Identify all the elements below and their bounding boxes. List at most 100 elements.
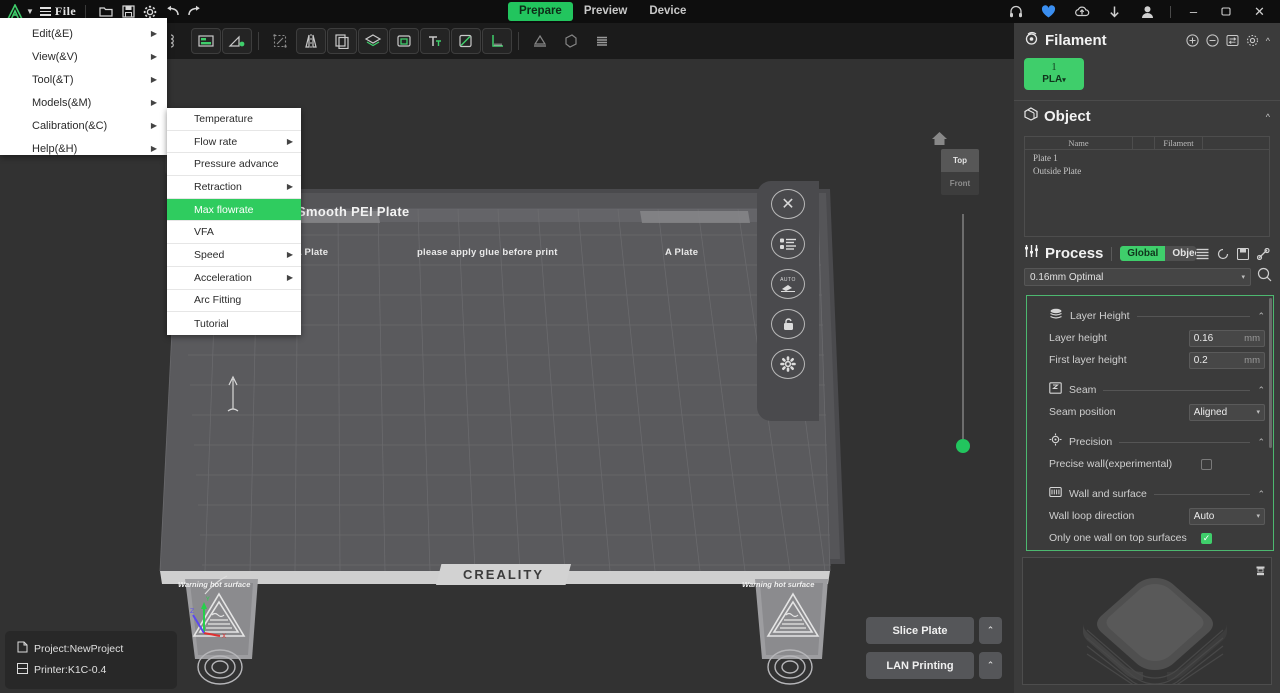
copy-icon[interactable]	[327, 28, 357, 54]
scope-tab-object[interactable]: Object	[1165, 246, 1196, 261]
chevron-down-icon[interactable]: ▼	[26, 7, 34, 16]
slice-options-arrow[interactable]: ⌃	[979, 617, 1002, 644]
print-options-arrow[interactable]: ⌃	[979, 652, 1002, 679]
preset-select[interactable]: 0.16mm Optimal ▾	[1024, 268, 1251, 286]
collapse-chevron-icon[interactable]: ^	[1266, 112, 1270, 122]
layer-height-input[interactable]: 0.16 mm	[1189, 330, 1265, 347]
remove-filament-icon[interactable]	[1206, 34, 1219, 47]
group-layer-height[interactable]: Layer Height ⌃	[1049, 307, 1265, 325]
cube-icon[interactable]	[389, 28, 419, 54]
menu-item-help[interactable]: Help(&H)▶	[0, 137, 167, 160]
assembly-icon[interactable]	[556, 28, 586, 54]
filament-settings-gear-icon[interactable]	[1246, 34, 1259, 47]
object-row-outside[interactable]: Outside Plate	[1025, 163, 1269, 176]
submenu-item-retraction[interactable]: Retraction▶	[167, 176, 301, 199]
tab-prepare[interactable]: Prepare	[508, 2, 573, 21]
save-preset-icon[interactable]	[1237, 248, 1249, 260]
file-menu-label[interactable]: File	[55, 4, 76, 19]
object-row-plate1[interactable]: Plate 1	[1025, 150, 1269, 163]
cloud-upload-icon[interactable]	[1065, 0, 1098, 23]
filament-chip-1[interactable]: 1 PLA▾	[1024, 58, 1084, 90]
seam-position-select[interactable]: Aligned ▾	[1189, 404, 1265, 421]
filament-material[interactable]: PLA▾	[1042, 74, 1066, 87]
close-button[interactable]: ✕	[1243, 0, 1276, 23]
settings-scrollbar[interactable]	[1269, 298, 1272, 448]
chevron-up-icon[interactable]: ⌃	[1257, 489, 1265, 500]
submenu-item-temperature[interactable]: Temperature	[167, 108, 301, 131]
submenu-item-max-flowrate[interactable]: Max flowrate	[167, 199, 301, 222]
list-settings-icon[interactable]	[1196, 248, 1209, 260]
group-wall-and-surface[interactable]: Wall and surface ⌃	[1049, 485, 1265, 503]
scale-icon[interactable]	[265, 28, 295, 54]
submenu-item-speed[interactable]: Speed▶	[167, 244, 301, 267]
add-filament-icon[interactable]	[1186, 34, 1199, 47]
home-icon[interactable]	[931, 131, 948, 151]
lan-printing-button[interactable]: LAN Printing	[866, 652, 974, 679]
text-icon[interactable]	[420, 28, 450, 54]
mirror-icon[interactable]	[296, 28, 326, 54]
measure-icon[interactable]	[482, 28, 512, 54]
menu-item-view[interactable]: View(&V)▶	[0, 45, 167, 68]
viewcube-top[interactable]: Top	[941, 149, 979, 172]
collapse-chevron-icon[interactable]: ^	[1266, 36, 1270, 46]
precise-wall-checkbox[interactable]	[1201, 459, 1212, 470]
user-account-icon[interactable]	[1131, 0, 1164, 23]
minimize-button[interactable]: –	[1177, 0, 1210, 23]
arrange-icon[interactable]	[191, 28, 221, 54]
chevron-up-icon[interactable]: ⌃	[1257, 311, 1265, 322]
menu-item-tool[interactable]: Tool(&T)▶	[0, 68, 167, 91]
plate-gear-icon[interactable]	[766, 347, 810, 381]
model-thumbnail-icon[interactable]	[1256, 563, 1265, 581]
wall-loop-direction-select[interactable]: Auto ▾	[1189, 508, 1265, 525]
sync-filament-icon[interactable]	[1226, 34, 1239, 47]
submenu-item-vfa[interactable]: VFA	[167, 221, 301, 244]
auto-arrange-icon[interactable]: AUTO	[766, 267, 810, 301]
view-cube[interactable]: Top Front	[941, 149, 979, 195]
submenu-item-flow-rate[interactable]: Flow rate▶	[167, 131, 301, 154]
heart-icon[interactable]	[1032, 0, 1065, 23]
zoom-slider-track[interactable]	[962, 214, 964, 444]
group-precision[interactable]: Precision ⌃	[1049, 433, 1265, 451]
scope-tab-global[interactable]: Global	[1120, 246, 1165, 261]
delete-plate-icon[interactable]: ✕	[766, 187, 810, 221]
group-seam[interactable]: Seam ⌃	[1049, 381, 1265, 399]
submenu-item-pressure-advance[interactable]: Pressure advance	[167, 153, 301, 176]
redo-arrow-icon[interactable]	[183, 2, 205, 22]
divider	[1119, 442, 1250, 443]
search-icon[interactable]	[1257, 267, 1272, 287]
slice-plate-button[interactable]: Slice Plate	[866, 617, 974, 644]
lock-icon[interactable]	[766, 307, 810, 341]
headset-support-icon[interactable]	[999, 0, 1032, 23]
chevron-up-icon[interactable]: ⌃	[1257, 385, 1265, 396]
object-table: Name Filament Plate 1 Outside Plate	[1024, 136, 1270, 237]
only-one-wall-checkbox[interactable]: ✓	[1201, 533, 1212, 544]
reset-icon[interactable]	[1217, 248, 1229, 260]
zoom-slider-knob[interactable]	[956, 439, 970, 453]
compare-preset-icon[interactable]	[1257, 248, 1270, 260]
chevron-up-icon[interactable]: ⌃	[1257, 437, 1265, 448]
orient-icon[interactable]	[222, 28, 252, 54]
warning-label-right: Warning hot surface	[742, 580, 814, 589]
menu-item-edit[interactable]: Edit(&E)▶	[0, 22, 167, 45]
maximize-button[interactable]	[1210, 0, 1243, 23]
cut-icon[interactable]	[451, 28, 481, 54]
model-preview[interactable]	[1022, 557, 1272, 685]
viewcube-front[interactable]: Front	[941, 172, 979, 195]
layers-icon[interactable]	[358, 28, 388, 54]
tab-preview[interactable]: Preview	[573, 2, 638, 21]
divider	[518, 32, 519, 50]
submenu-item-tutorial[interactable]: Tutorial	[167, 312, 301, 335]
download-arrow-icon[interactable]	[1098, 0, 1131, 23]
column-blank-2	[1203, 137, 1269, 149]
hamburger-menu-icon[interactable]	[40, 7, 51, 16]
support-paint-icon[interactable]	[525, 28, 555, 54]
tab-device[interactable]: Device	[638, 2, 697, 21]
list-view-icon[interactable]	[587, 28, 617, 54]
menu-item-calibration[interactable]: Calibration(&C)▶	[0, 114, 167, 137]
preset-row: 0.16mm Optimal ▾	[1014, 267, 1280, 287]
plate-settings-list-icon[interactable]	[766, 227, 810, 261]
first-layer-height-input[interactable]: 0.2 mm	[1189, 352, 1265, 369]
menu-item-models[interactable]: Models(&M)▶	[0, 91, 167, 114]
submenu-item-arc-fitting[interactable]: Arc Fitting	[167, 290, 301, 313]
submenu-item-acceleration[interactable]: Acceleration▶	[167, 267, 301, 290]
